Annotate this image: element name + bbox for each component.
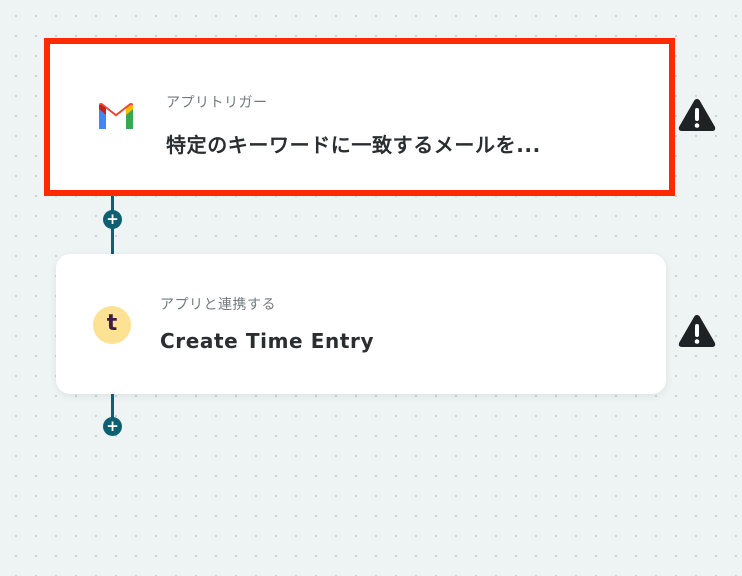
- flow-step-card-action[interactable]: t アプリと連携する Create Time Entry: [56, 254, 666, 394]
- step-type-label: アプリトリガー: [166, 95, 268, 111]
- add-step-button[interactable]: +: [103, 417, 122, 436]
- flow-step-card-body[interactable]: アプリトリガー 特定のキーワードに一致するメールを...: [56, 46, 667, 188]
- step-title: 特定のキーワードに一致するメールを...: [166, 133, 541, 157]
- step-title: Create Time Entry: [160, 329, 375, 353]
- toggl-icon-glyph: t: [93, 306, 131, 344]
- step-type-label: アプリと連携する: [160, 297, 276, 313]
- gmail-icon: [97, 102, 135, 140]
- add-step-button[interactable]: +: [103, 210, 122, 229]
- warning-icon[interactable]: [677, 97, 717, 133]
- toggl-icon: t: [93, 306, 131, 344]
- warning-icon[interactable]: [677, 313, 717, 349]
- flow-step-card-trigger[interactable]: アプリトリガー 特定のキーワードに一致するメールを...: [44, 38, 675, 196]
